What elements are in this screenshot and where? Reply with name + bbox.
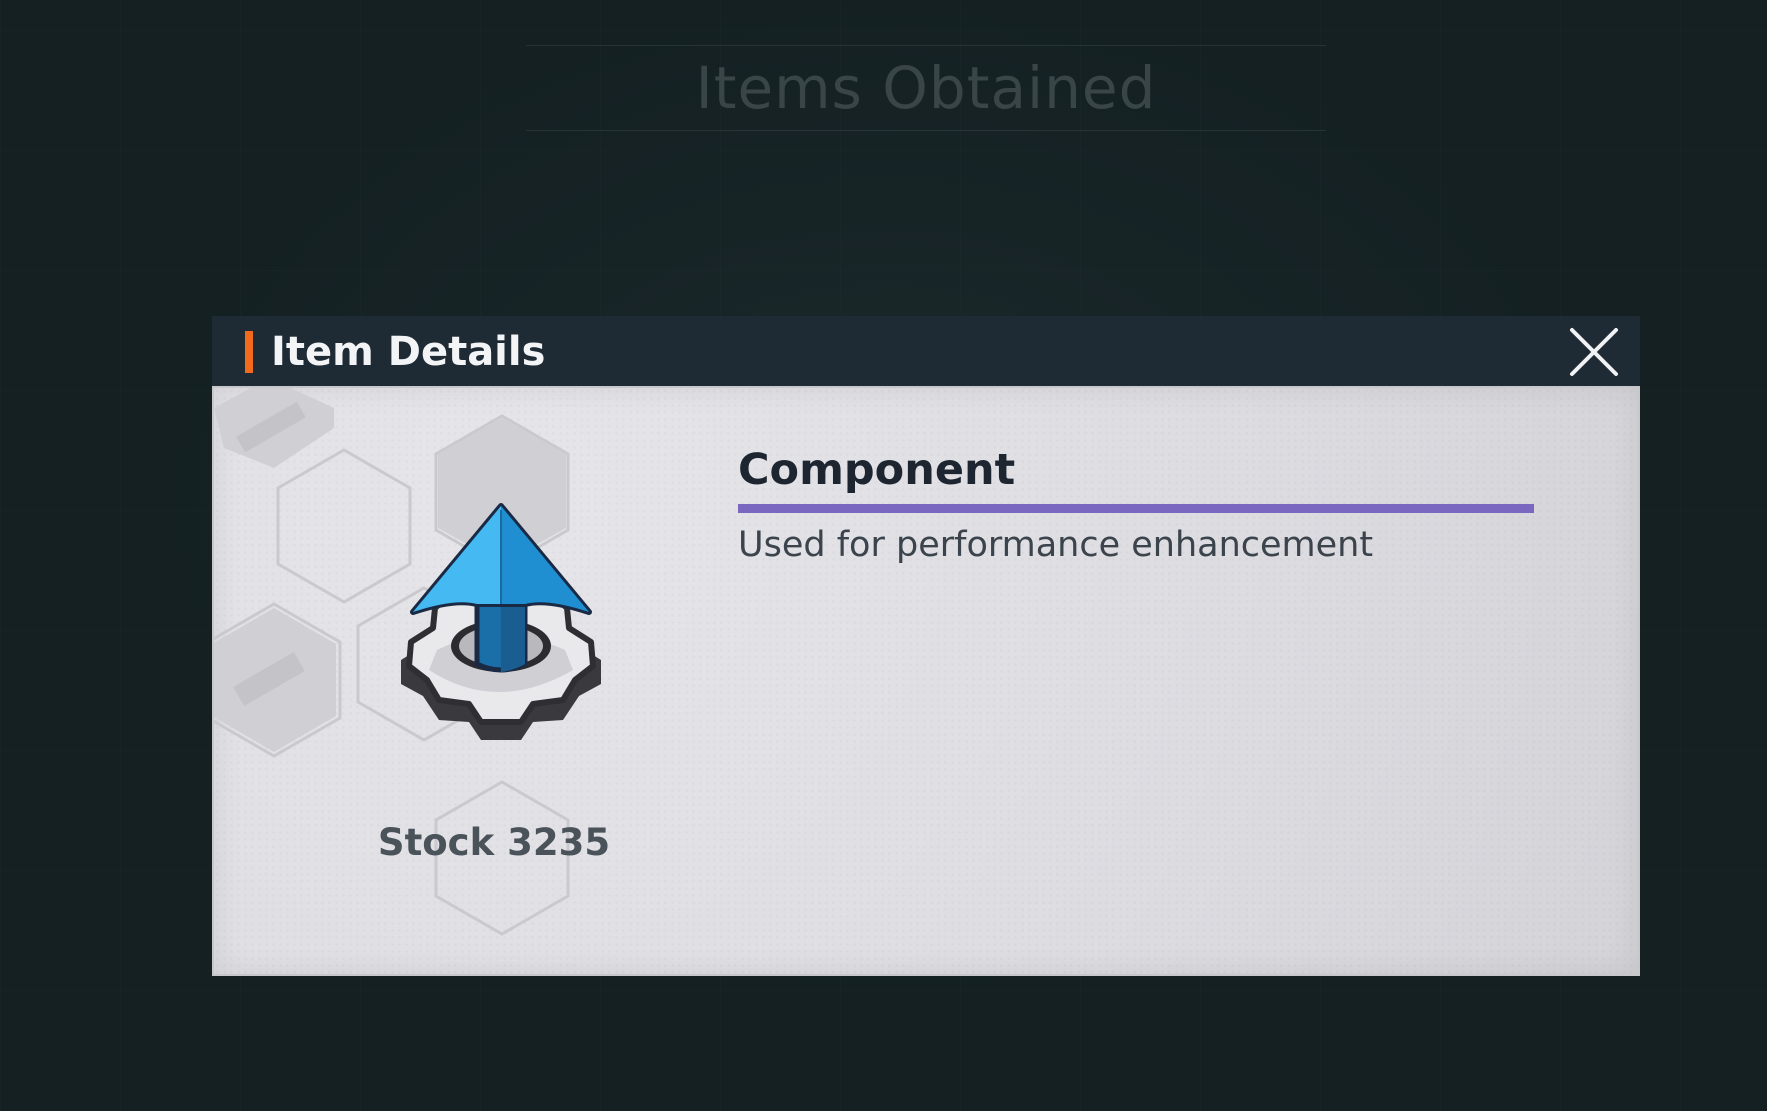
item-name: Component <box>738 445 1016 495</box>
close-button[interactable] <box>1566 324 1622 380</box>
background-title: Items Obtained <box>695 54 1157 122</box>
rarity-underline <box>738 504 1534 513</box>
gear-upgrade-arrow-icon <box>401 503 601 740</box>
item-details-dialog: Item Details Stock 3235 Component Used f… <box>212 316 1640 978</box>
stock-count: Stock 3235 <box>377 821 611 864</box>
dialog-header: Item Details <box>212 316 1640 386</box>
header-accent-bar <box>245 331 253 373</box>
dialog-body: Stock 3235 Component Used for performanc… <box>212 386 1640 976</box>
item-description: Used for performance enhancement <box>738 525 1374 565</box>
background-title-frame: Items Obtained <box>526 45 1326 131</box>
dialog-title: Item Details <box>271 329 546 375</box>
close-icon <box>1570 328 1618 376</box>
